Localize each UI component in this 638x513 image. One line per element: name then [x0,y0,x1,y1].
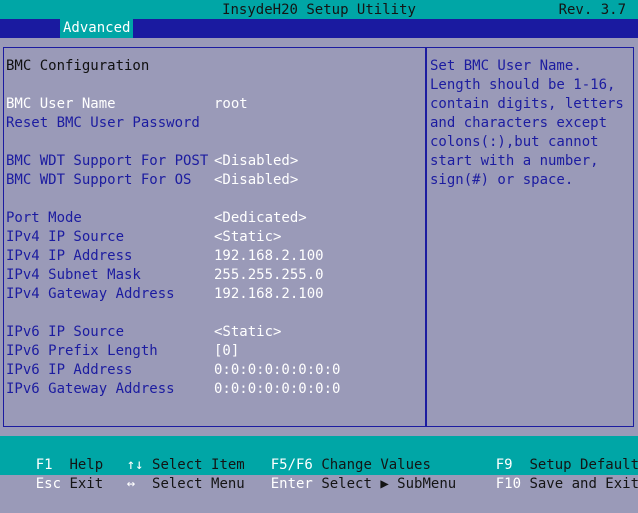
tab-bar: Advanced [0,19,638,38]
footer-esc: Esc Exit [2,456,103,513]
setting-reset-bmc-password[interactable]: Reset BMC User Password [6,114,200,133]
setting-wdt-os[interactable]: BMC WDT Support For OS [6,171,191,190]
action-select-submenu: Select ▶ SubMenu [321,476,457,492]
setting-wdt-post[interactable]: BMC WDT Support For POST [6,152,208,171]
value-ipv4-gateway[interactable]: 192.168.2.100 [214,285,324,304]
help-line: Length should be 1-16, [430,77,616,93]
action-select-menu: Select Menu [152,476,245,492]
setting-ipv4-source[interactable]: IPv4 IP Source [6,228,124,247]
key-left-right-icon: ↔ [126,476,136,492]
key-enter: Enter [270,476,313,492]
action-save-exit: Save and Exit [529,476,638,492]
setting-ipv6-prefix[interactable]: IPv6 Prefix Length [6,342,158,361]
help-line: sign(#) or space. [430,172,574,188]
setting-ipv6-source[interactable]: IPv6 IP Source [6,323,124,342]
setting-ipv6-gateway[interactable]: IPv6 Gateway Address [6,380,175,399]
setting-ipv4-subnet[interactable]: IPv4 Subnet Mask [6,266,141,285]
footer-enter: Enter Select ▶ SubMenu [237,456,456,513]
value-ipv4-address[interactable]: 192.168.2.100 [214,247,324,266]
help-line: colons(:),but cannot [430,134,599,150]
key-help-footer: F1 Help Esc Exit ↑↓ Select Item ↔ Select… [0,436,638,492]
key-esc: Esc [35,476,62,492]
app-title: InsydeH20 Setup Utility [222,2,416,18]
value-ipv6-prefix[interactable]: [0] [214,342,239,361]
value-ipv6-source[interactable]: <Static> [214,323,281,342]
setting-ipv4-gateway[interactable]: IPv4 Gateway Address [6,285,175,304]
footer-leftright: ↔ Select Menu [93,456,245,513]
value-wdt-os[interactable]: <Disabled> [214,171,298,190]
key-f10: F10 [495,476,522,492]
revision-label: Rev. 3.7 [558,2,626,18]
help-line: contain digits, letters [430,96,624,112]
value-bmc-user-name[interactable]: root [214,95,248,114]
panel-divider [425,47,427,427]
setting-ipv4-address[interactable]: IPv4 IP Address [6,247,132,266]
setting-port-mode[interactable]: Port Mode [6,209,82,228]
tab-advanced[interactable]: Advanced [60,19,134,38]
help-line: start with a number, [430,153,599,169]
section-heading: BMC Configuration [6,58,150,74]
setting-ipv6-address[interactable]: IPv6 IP Address [6,361,132,380]
value-port-mode[interactable]: <Dedicated> [214,209,307,228]
help-line: Set BMC User Name. [430,58,582,74]
value-ipv4-subnet[interactable]: 255.255.255.0 [214,266,324,285]
setting-bmc-user-name[interactable]: BMC User Name [6,95,116,114]
value-ipv6-gateway[interactable]: 0:0:0:0:0:0:0:0 [214,380,340,399]
help-line: and characters except [430,115,608,131]
value-ipv4-source[interactable]: <Static> [214,228,281,247]
help-text: Set BMC User Name. Length should be 1-16… [430,57,630,190]
title-bar: InsydeH20 Setup Utility Rev. 3.7 [0,0,638,19]
value-wdt-post[interactable]: <Disabled> [214,152,298,171]
footer-f10: F10 Save and Exit [462,456,638,513]
value-ipv6-address[interactable]: 0:0:0:0:0:0:0:0 [214,361,340,380]
